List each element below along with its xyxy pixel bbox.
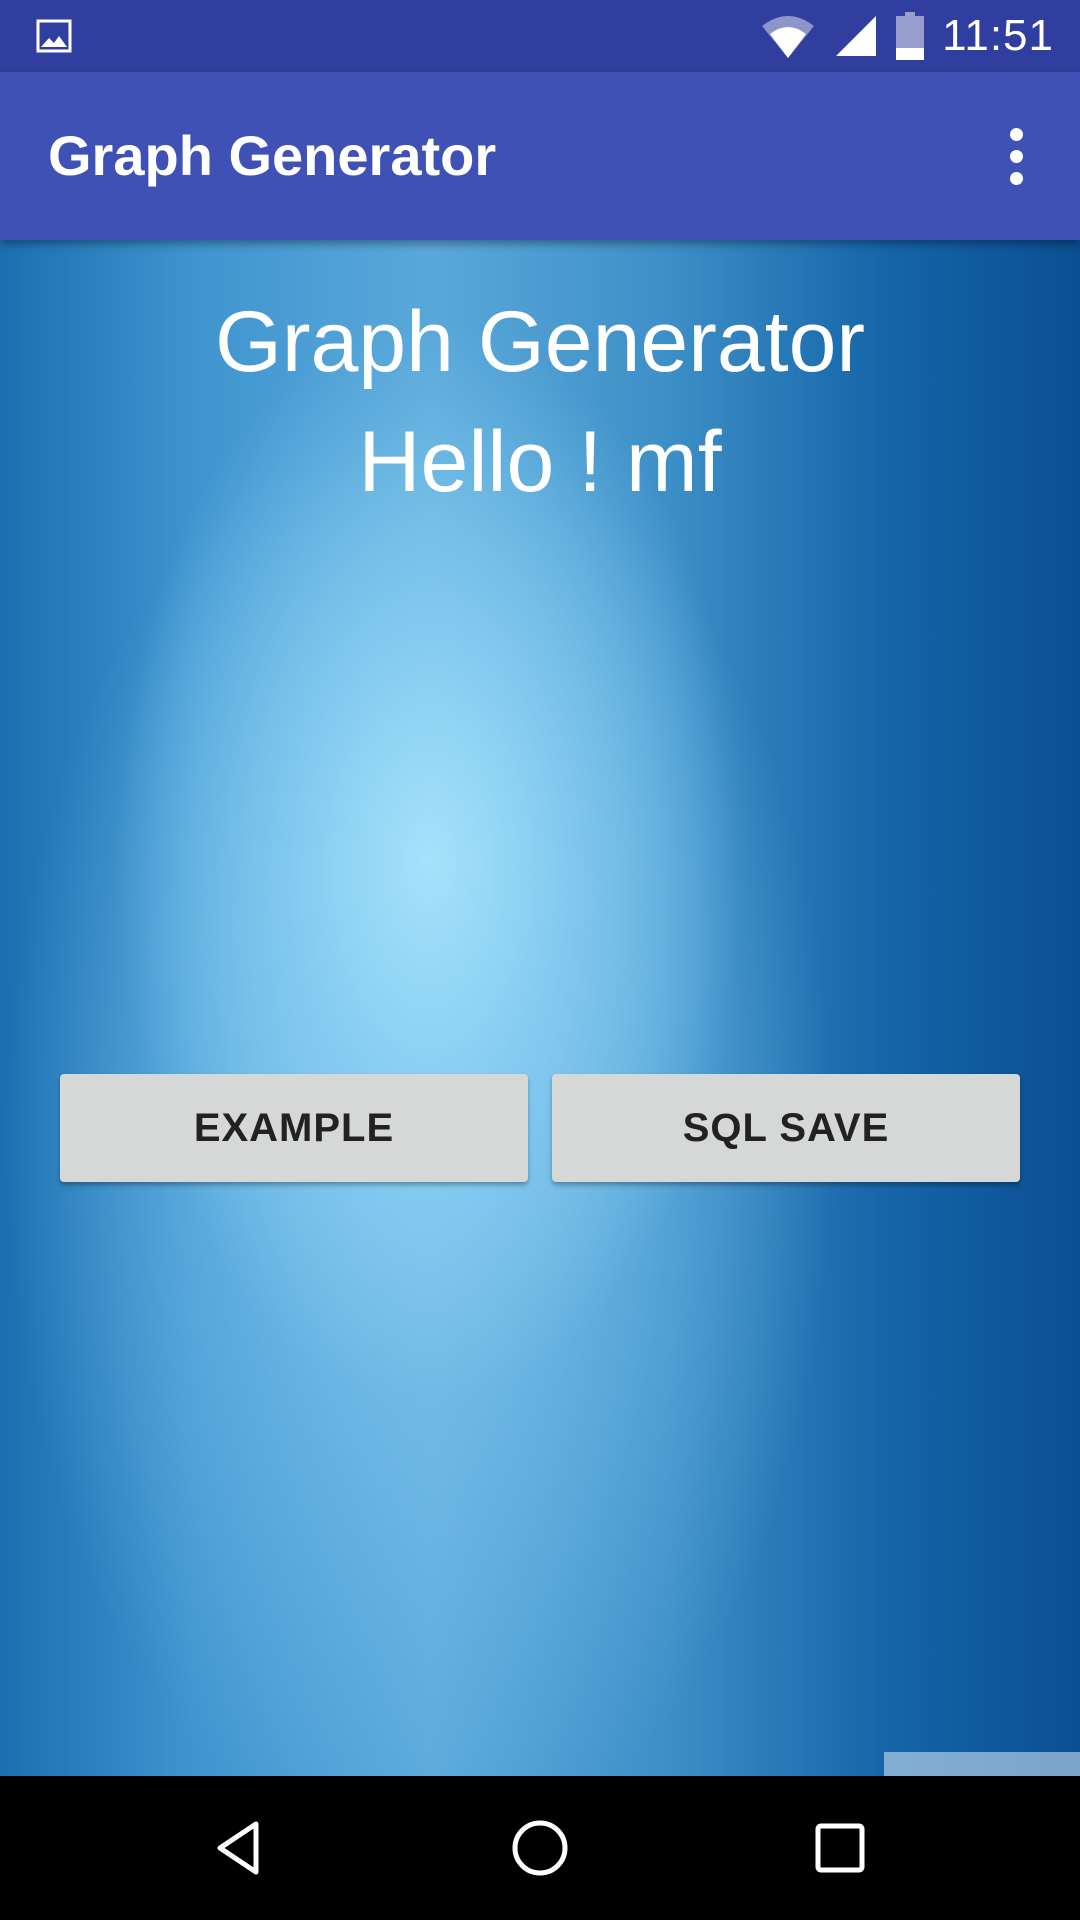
menu-dot bbox=[1009, 171, 1023, 185]
greeting-text: Hello ! mf bbox=[358, 414, 722, 510]
back-icon[interactable] bbox=[204, 1812, 276, 1884]
page-title: Graph Generator bbox=[214, 294, 866, 390]
status-bar: 11:51 bbox=[0, 0, 1080, 72]
navigation-bar bbox=[0, 1776, 1080, 1920]
app-bar: Graph Generator bbox=[0, 72, 1080, 240]
home-icon[interactable] bbox=[504, 1812, 576, 1884]
app-title: Graph Generator bbox=[48, 124, 497, 187]
image-icon bbox=[36, 19, 72, 53]
example-button[interactable]: EXAMPLE bbox=[60, 1074, 528, 1182]
cell-signal-icon bbox=[836, 16, 877, 56]
battery-icon bbox=[896, 12, 925, 60]
wifi-icon bbox=[762, 16, 815, 58]
background-artifact bbox=[884, 1752, 1080, 1776]
menu-dot bbox=[1009, 127, 1023, 141]
menu-dot bbox=[1009, 149, 1023, 163]
clock: 11:51 bbox=[942, 11, 1054, 60]
status-icons: 11:51 bbox=[760, 0, 1054, 72]
recents-icon[interactable] bbox=[804, 1812, 876, 1884]
main-content: Graph Generator Hello ! mf EXAMPLE SQL S… bbox=[0, 240, 1080, 1776]
screen: 11:51 Graph Generator Graph Generator He… bbox=[0, 0, 1080, 1920]
more-vert-icon[interactable] bbox=[988, 120, 1044, 192]
sql-save-button[interactable]: SQL SAVE bbox=[552, 1074, 1020, 1182]
